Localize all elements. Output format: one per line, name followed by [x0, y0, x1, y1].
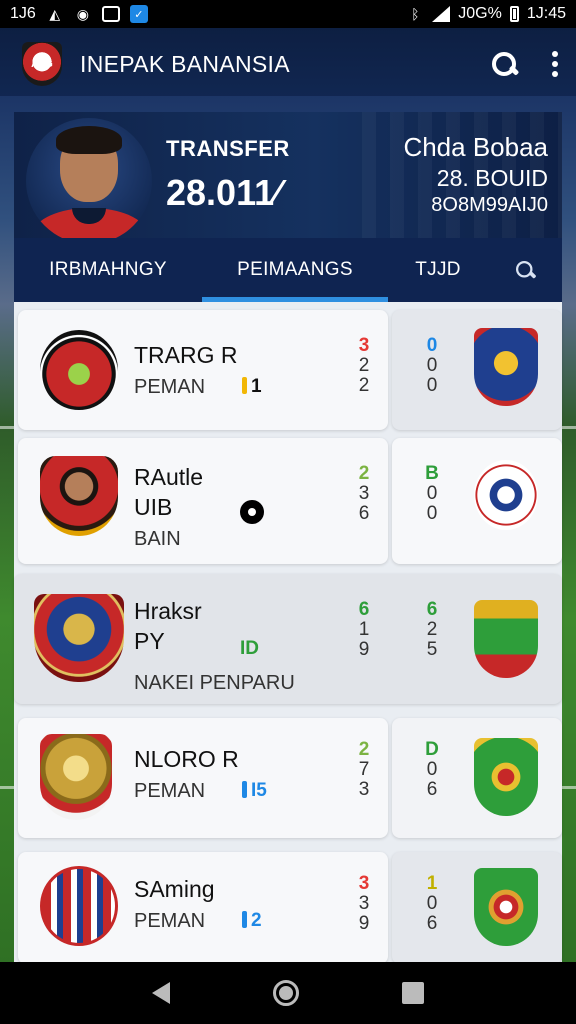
tab-first[interactable]: IRBMAHNGY — [14, 238, 202, 302]
stat-column-a: 3 2 2 — [358, 335, 370, 396]
club-detail-1: 28. BOUID — [436, 165, 548, 191]
transfer-value: 28.011⁄ — [166, 172, 281, 213]
signal-icon — [432, 6, 451, 22]
item-name: SAming — [134, 876, 215, 902]
club-crest — [40, 330, 118, 410]
stat-column-b: 6 2 5 — [426, 599, 438, 660]
player-badge-avatar — [40, 456, 118, 536]
item-name-line2: UIB — [134, 494, 173, 520]
opponent-crest — [474, 328, 538, 406]
list-item[interactable]: TRARG R PEMAN 1 3 2 2 0 0 0 — [14, 306, 562, 430]
transfer-label: TRANSFER — [166, 136, 290, 161]
app-title: INEPAK BANANSIA — [80, 50, 290, 77]
system-nav-bar — [0, 962, 576, 1024]
record-dot-icon[interactable] — [240, 500, 264, 524]
tab-third[interactable]: TJJD — [388, 238, 488, 302]
stat-column-a: 6 1 9 — [358, 599, 370, 660]
item-badge: I5 — [242, 780, 267, 802]
item-badge: ID — [240, 638, 259, 659]
item-badge: 2 — [242, 910, 262, 932]
stat-column-b: 1 0 6 — [426, 873, 438, 934]
battery-percent: J0G% — [458, 5, 502, 22]
trophy-crest — [34, 594, 124, 682]
recent-apps-icon[interactable] — [402, 982, 425, 1004]
opponent-crest — [474, 868, 538, 946]
app-notification-icon: ✓ — [129, 5, 148, 23]
tab-second[interactable]: PEIMAANGS — [202, 238, 388, 302]
club-name: Chda Bobaa — [403, 132, 548, 162]
record-icon: ◉ — [76, 5, 89, 22]
stat-column-a: 3 3 9 — [358, 873, 370, 934]
transfer-header-card[interactable]: TRANSFER 28.011⁄ Chda Bobaa 28. BOUID 8O… — [14, 112, 562, 238]
transfer-list: TRARG R PEMAN 1 3 2 2 0 0 0 RAutle UIB B… — [14, 302, 562, 964]
status-clock: 1J:45 — [526, 5, 566, 22]
opponent-crest — [474, 600, 538, 678]
list-item[interactable]: SAming PEMAN 2 3 3 9 1 0 6 — [14, 848, 562, 964]
more-options-icon[interactable] — [552, 51, 558, 77]
list-item[interactable]: Hraksr PY ID NAKEI PENPARU 6 1 9 6 2 5 — [14, 574, 562, 706]
item-subtitle: PEMAN — [134, 910, 206, 932]
search-icon — [515, 260, 536, 281]
item-subtitle: PEMAN — [134, 780, 206, 802]
stat-column-a: 2 7 3 — [358, 739, 370, 800]
item-subtitle: NAKEI PENPARU — [134, 672, 295, 694]
item-name: TRARG R — [134, 342, 238, 368]
bluetooth-icon: ᛒ — [411, 6, 420, 22]
club-crest — [40, 866, 118, 946]
list-item[interactable]: RAutle UIB BAIN 2 3 6 B 0 0 — [14, 438, 562, 568]
item-name: NLORO R — [134, 746, 239, 772]
club-logo[interactable]: APG — [22, 42, 62, 86]
logo-text: APG — [31, 58, 53, 70]
club-detail-2: 8O8M99AIJ0 — [431, 194, 548, 216]
back-icon[interactable] — [151, 982, 170, 1004]
list-item[interactable]: NLORO R PEMAN I5 2 7 3 D 0 6 — [14, 714, 562, 842]
battery-icon — [509, 6, 519, 22]
trophy-crest — [40, 734, 112, 820]
photos-icon: ◭ — [49, 5, 61, 22]
home-icon[interactable] — [272, 980, 299, 1006]
app-bar: APG INEPAK BANANSIA — [0, 28, 576, 100]
status-time-left: 1J6 — [10, 5, 36, 22]
opponent-crest — [474, 738, 538, 816]
item-name-line2: PY — [134, 628, 165, 654]
opponent-crest — [474, 460, 538, 530]
item-subtitle: BAIN — [134, 528, 181, 550]
item-name: Hraksr — [134, 598, 202, 624]
item-name: RAutle — [134, 464, 204, 490]
stat-column-a: 2 3 6 — [358, 463, 370, 524]
player-avatar[interactable] — [26, 118, 152, 238]
search-icon[interactable] — [490, 50, 518, 78]
item-subtitle: PEMAN — [134, 376, 206, 398]
item-badge: 1 — [242, 376, 262, 398]
gallery-icon — [101, 6, 120, 22]
status-bar: 1J6 ◭ ◉ ✓ ᛒ J0G% 1J:45 — [0, 0, 576, 28]
tab-search-button[interactable] — [488, 238, 562, 302]
stat-column-b: D 0 6 — [425, 739, 439, 800]
tab-bar: IRBMAHNGY PEIMAANGS TJJD — [14, 238, 562, 302]
stat-column-b: B 0 0 — [425, 463, 439, 524]
stat-column-b: 0 0 0 — [426, 335, 438, 396]
